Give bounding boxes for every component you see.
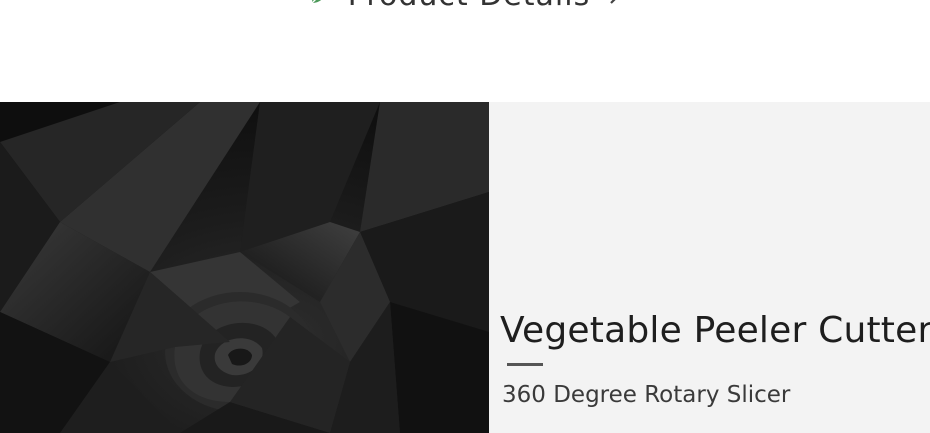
feature-text-panel: Vegetable Peeler Cutter 360 Degree Rotar… [489,102,930,433]
feature-subtitle: 360 Degree Rotary Slicer [502,382,791,408]
feature-title: Vegetable Peeler Cutter [500,310,930,351]
section-header: Product Details [0,0,930,16]
feature-row: Vegetable Peeler Cutter 360 Degree Rotar… [0,102,930,433]
black-fabric-image [0,102,489,433]
title-divider [507,363,543,366]
section-title: Product Details [348,0,590,16]
chevron-right-icon[interactable] [608,0,622,7]
leaf-icon [308,0,330,7]
product-details-page: Product Details [0,0,930,433]
